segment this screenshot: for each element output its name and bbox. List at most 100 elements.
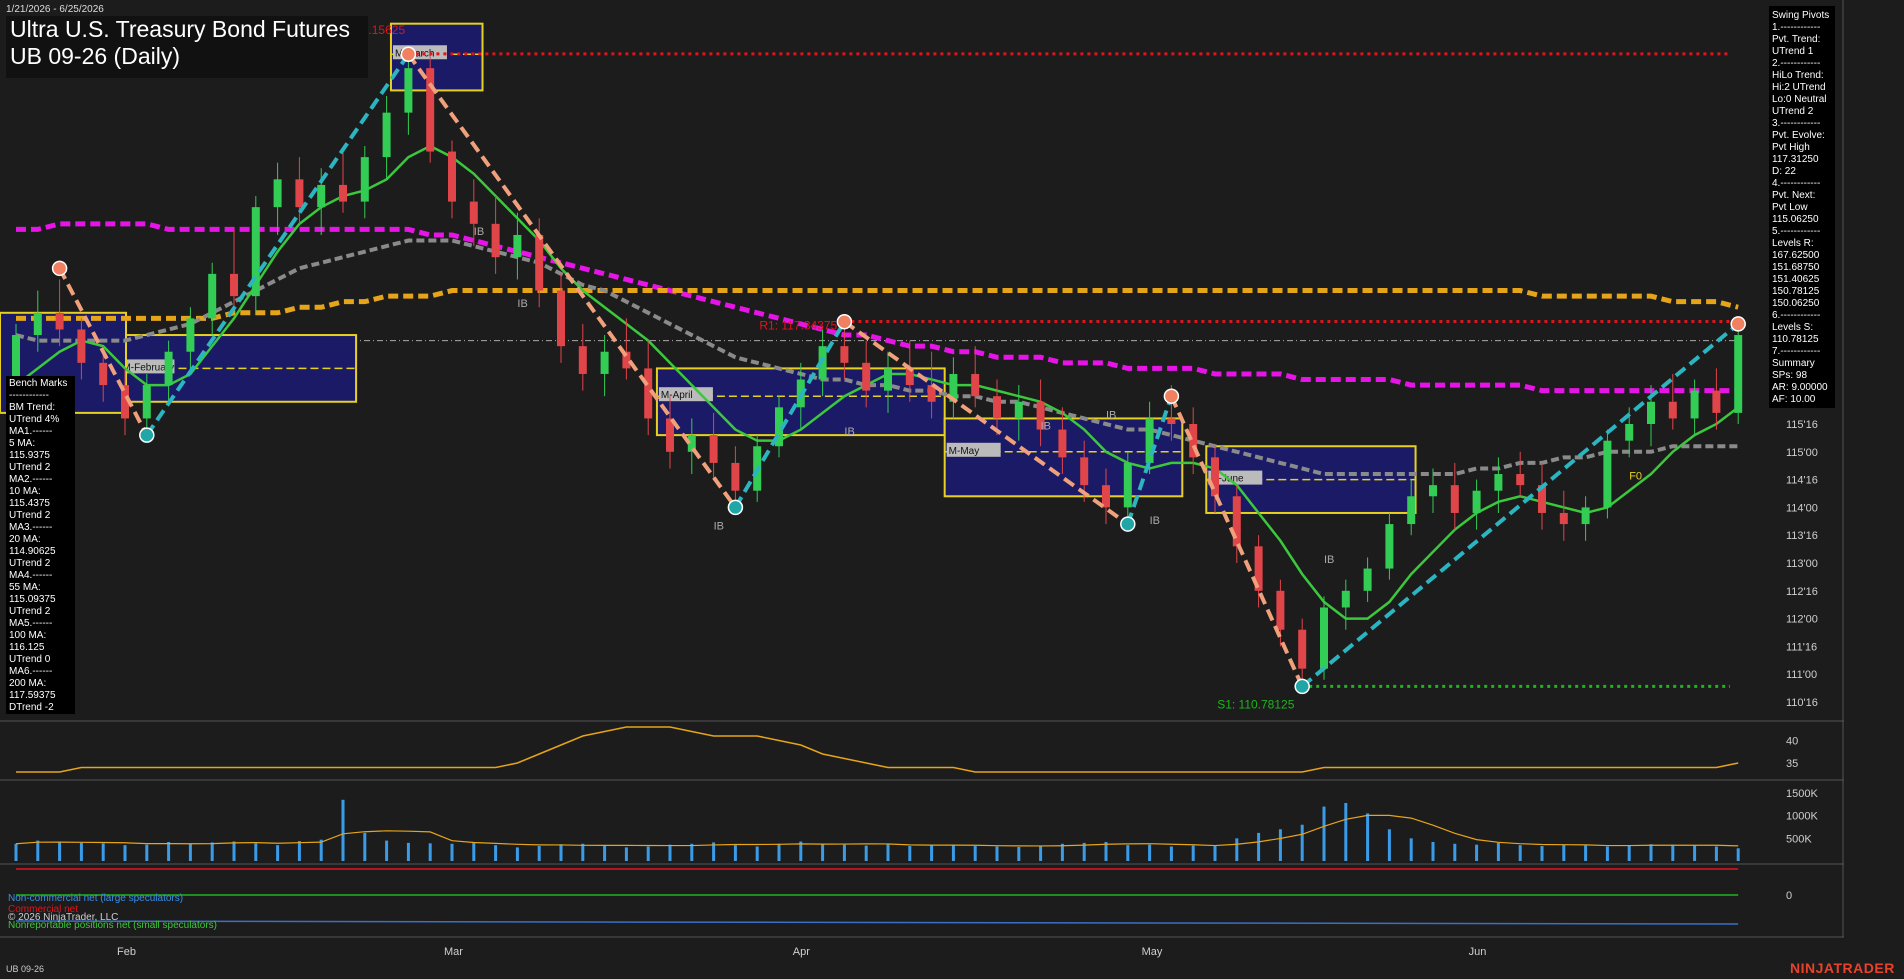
- bench-marks-line: 55 MA:: [9, 582, 41, 593]
- candle-body: [382, 112, 391, 158]
- swing-pivots-line: 1.------------: [1772, 22, 1821, 33]
- bench-marks-line: 115.9375: [9, 450, 50, 461]
- candle-body: [1690, 390, 1699, 419]
- candle-body: [840, 346, 849, 363]
- swing-pivots-line: 117.31250: [1772, 154, 1819, 165]
- ninjatrader-logo: NINJATRADER: [1790, 960, 1895, 976]
- bench-marks-line: UTrend 2: [9, 462, 51, 473]
- swing-pivots-line: AR: 9.00000: [1772, 382, 1828, 393]
- candle-body: [1407, 496, 1416, 525]
- ib-label: IB: [517, 298, 527, 310]
- swing-pivots-line: UTrend 2: [1772, 106, 1814, 117]
- bench-marks-line: UTrend 2: [9, 558, 51, 569]
- candle-body: [1276, 590, 1285, 630]
- swing-pivots-line: AF: 10.00: [1772, 394, 1816, 405]
- price-tick-label: 111'16: [1786, 641, 1817, 653]
- swing-pivots-line: Pvt Low: [1772, 202, 1808, 213]
- candle-body: [142, 385, 151, 419]
- candle-body: [884, 368, 892, 391]
- price-tick-label: 114'00: [1786, 502, 1818, 514]
- bench-marks-line: MA5.------: [9, 618, 53, 629]
- bench-marks-line: DTrend -2: [9, 702, 54, 713]
- volume-tick-label: 1000K: [1786, 811, 1818, 823]
- volume-average-line: [15, 814, 1739, 847]
- bench-marks-panel: Bench Marks ------------ BM Trend: UTrend 4…: [6, 376, 75, 714]
- candle-body: [1341, 590, 1350, 608]
- candle-body: [971, 373, 980, 397]
- cot-panel: 0: [15, 868, 1792, 925]
- ib-label: IB: [1324, 554, 1334, 566]
- price-tick-label: 112'00: [1786, 614, 1818, 626]
- candle-body: [186, 318, 195, 352]
- ib-label: IB: [844, 426, 854, 438]
- cot-noncommercial-line: [15, 920, 1739, 925]
- swing-pivots-line: 151.40625: [1772, 274, 1820, 285]
- swing-pivots-line: 115.06250: [1772, 214, 1819, 225]
- bench-marks-line: Bench Marks: [9, 378, 68, 389]
- swing-pivots-line: SPs: 98: [1772, 370, 1808, 381]
- bench-marks-line: 100 MA:: [9, 630, 47, 641]
- candle-body: [557, 290, 565, 347]
- cot-legend: Non-commercial net (large speculators) C…: [8, 892, 217, 932]
- swing-pivots-line: Pvt High: [1772, 142, 1810, 153]
- price-tick-label: 112'16: [1786, 586, 1818, 598]
- price-tick-label: 110'16: [1786, 697, 1818, 709]
- candle-body: [230, 273, 238, 297]
- ib-label: IB: [1150, 515, 1160, 527]
- candle-body: [1494, 474, 1503, 491]
- swing-pivots-line: 5.------------: [1772, 226, 1821, 237]
- pivot-low-marker: [727, 499, 744, 516]
- pivot-high-marker: [1730, 316, 1746, 332]
- candle-body: [905, 368, 914, 386]
- month-box-label: M-April: [661, 390, 693, 401]
- swing-pivots-line: 151.68750: [1772, 262, 1820, 273]
- volume-tick-label: 500K: [1786, 833, 1812, 845]
- bench-marks-line: 20 MA:: [9, 534, 41, 545]
- chart-title-box: Ultra U.S. Treasury Bond Futures UB 09-2…: [6, 16, 368, 78]
- candle-body: [164, 351, 173, 386]
- candle-body: [1603, 440, 1612, 508]
- bench-marks-line: MA3.------: [9, 522, 53, 533]
- candle-body: [1080, 457, 1089, 486]
- swing-pivots-line: Swing Pivots: [1772, 10, 1830, 21]
- r1-label: R1: 117.34375: [759, 318, 837, 332]
- month-box-label: M-May: [949, 446, 980, 457]
- bench-marks-line: MA1.------: [9, 426, 53, 437]
- price-tick-label: 113'16: [1786, 530, 1818, 542]
- swing-pivots-panel: Swing Pivots 1.------------ Pvt. Trend: UTr…: [1769, 6, 1835, 408]
- swing-pivots-line: 4.------------: [1772, 178, 1821, 189]
- swing-pivots-line: Hi:2 UTrend: [1772, 82, 1826, 93]
- candle-body: [535, 234, 544, 291]
- candle-body: [404, 68, 413, 113]
- candle-body: [55, 312, 64, 330]
- candle-body: [317, 184, 326, 208]
- bench-marks-line: 114.90625: [9, 546, 56, 557]
- oscillator-tick-label: 40: [1786, 736, 1798, 748]
- candle-body: [469, 201, 478, 224]
- ib-label: IB: [474, 226, 484, 238]
- candle-body: [1211, 457, 1219, 497]
- month-tick-label: Jun: [1469, 946, 1487, 958]
- price-tick-label: 115'16: [1786, 419, 1818, 431]
- oscillator-line: [16, 726, 1739, 773]
- candle-body: [339, 184, 347, 202]
- price-tick-label: 115'00: [1786, 447, 1818, 459]
- bench-marks-line: 5 MA:: [9, 438, 36, 449]
- price-tick-label: 113'00: [1786, 558, 1818, 570]
- pivot-high-marker: [1163, 388, 1180, 404]
- swing-pivots-line: UTrend 1: [1772, 46, 1814, 57]
- candle-body: [1472, 490, 1481, 513]
- fo-label: F0: [1629, 471, 1642, 483]
- swing-pivots-line: 167.62500: [1772, 250, 1820, 261]
- chart-title: Ultra U.S. Treasury Bond Futures: [10, 16, 351, 42]
- candle-body: [1647, 401, 1655, 424]
- swing-pivots-line: Levels S:: [1772, 322, 1814, 333]
- candle-body: [77, 329, 86, 363]
- pivot-high-marker: [400, 46, 417, 63]
- swing-pivots-line: 150.06250: [1772, 298, 1820, 309]
- pivot-low-marker: [139, 427, 155, 443]
- swing-pivots-line: 110.78125: [1772, 334, 1819, 345]
- bench-marks-line: MA4.------: [9, 570, 53, 581]
- bench-marks-line: 117.59375: [9, 690, 56, 701]
- candle-body: [1559, 512, 1568, 525]
